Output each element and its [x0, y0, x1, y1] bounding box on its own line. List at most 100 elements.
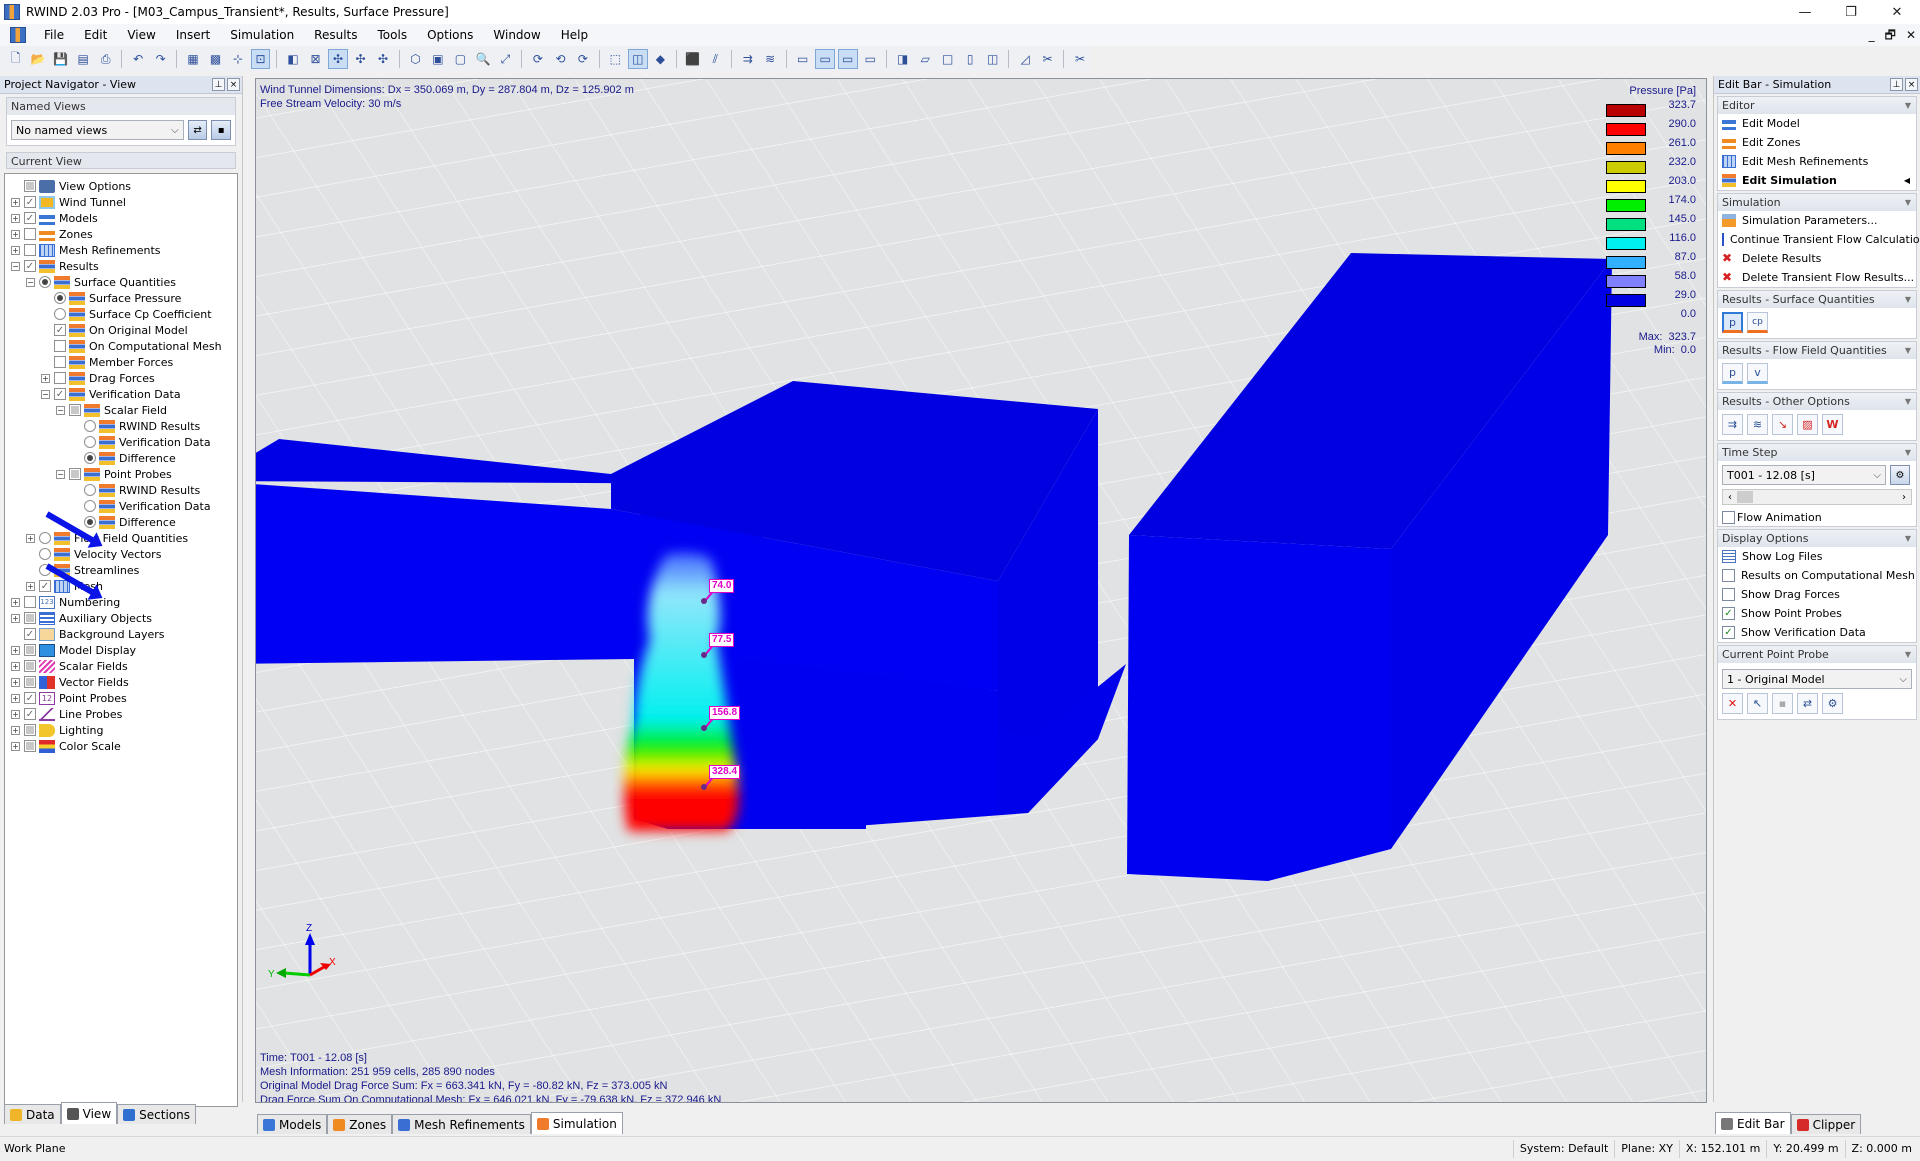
checkbox[interactable] [24, 676, 36, 688]
undo-icon[interactable]: ↶ [128, 49, 147, 69]
checkbox[interactable] [24, 180, 36, 192]
radio-button[interactable] [84, 420, 96, 432]
tab-sections[interactable]: Sections [117, 1104, 196, 1124]
expand-icon[interactable]: + [11, 693, 20, 703]
3d-viewport[interactable]: Wind Tunnel Dimensions: Dx = 350.069 m, … [255, 78, 1707, 1103]
menu-options[interactable]: Options [417, 24, 483, 46]
layer-copy-icon[interactable]: ▭ [861, 49, 880, 69]
checkbox[interactable]: ✓ [24, 708, 36, 720]
rotate-icon[interactable]: ⟳ [528, 49, 547, 69]
checkbox[interactable]: ✓ [24, 628, 36, 640]
streamlines-icon[interactable]: ≋ [1747, 414, 1768, 435]
plane-status[interactable]: Plane: XY [1614, 1139, 1679, 1158]
zoom-icon[interactable]: 🔍 [473, 49, 492, 69]
radio-button[interactable] [84, 500, 96, 512]
model-display-icon[interactable]: ⬛ [683, 49, 702, 69]
tree-item-wind-tunnel[interactable]: + ✓ Wind Tunnel [5, 194, 237, 210]
plane-y-icon[interactable]: ▯ [960, 49, 979, 69]
graph-icon[interactable]: ↘ [1772, 414, 1793, 435]
probe-point[interactable] [701, 725, 707, 731]
color-icon[interactable]: ◆ [651, 49, 670, 69]
checkbox[interactable]: ✓ [54, 324, 66, 336]
zoom-all-icon[interactable]: ⤢ [496, 49, 515, 69]
report-icon[interactable]: ▤ [73, 49, 92, 69]
delete-results-item[interactable]: ✖ Delete Results [1718, 249, 1916, 268]
expand-icon[interactable]: + [26, 581, 35, 591]
expand-icon[interactable]: + [41, 373, 50, 383]
expand-icon[interactable]: + [26, 533, 35, 543]
radio-button[interactable] [84, 484, 96, 496]
radio-button[interactable] [39, 548, 51, 560]
tree-item-model-display[interactable]: + Model Display [5, 642, 237, 658]
tree-item-verification-data[interactable]: − ✓ Verification Data [5, 386, 237, 402]
radio-button[interactable] [84, 452, 96, 464]
simulation-parameters-item[interactable]: Simulation Parameters... [1718, 211, 1916, 230]
tree-item-vector-fields[interactable]: + Vector Fields [5, 674, 237, 690]
view-side-icon[interactable]: ▢ [451, 49, 470, 69]
measure-icon[interactable]: ◿ [1015, 49, 1034, 69]
plane-both-icon[interactable]: ◫ [983, 49, 1002, 69]
time-step-settings-button[interactable]: ⚙ [1890, 465, 1910, 485]
radio-button[interactable] [84, 516, 96, 528]
delete-transient-item[interactable]: ✖ Delete Transient Flow Results... [1718, 268, 1916, 287]
tree-item-line-probes[interactable]: + ✓ Line Probes [5, 706, 237, 722]
tab-simulation[interactable]: Simulation [530, 1112, 623, 1134]
cut-icon[interactable]: ✂ [1038, 49, 1057, 69]
expand-icon[interactable]: + [11, 709, 20, 719]
collapse-icon[interactable]: − [11, 261, 20, 271]
coordinate-system-status[interactable]: System: Default [1512, 1139, 1614, 1158]
tab-edit-bar[interactable]: Edit Bar [1715, 1112, 1791, 1134]
collapse-icon[interactable]: − [26, 277, 35, 287]
plane-icon[interactable]: ▱ [915, 49, 934, 69]
tree-item-rwind-results[interactable]: RWIND Results [5, 418, 237, 434]
vectors-icon[interactable]: ⇉ [1722, 414, 1743, 435]
probe-point[interactable] [701, 652, 707, 658]
checkbox[interactable] [69, 404, 81, 416]
new-icon[interactable]: 🗋 [6, 49, 25, 69]
pin-icon[interactable]: ⊥ [212, 78, 225, 91]
flow-animation-checkbox[interactable]: Flow Animation [1718, 507, 1916, 526]
radio-button[interactable] [54, 292, 66, 304]
collapse-icon[interactable]: ▼ [1905, 342, 1911, 359]
mdi-close-button[interactable]: ✕ [1906, 24, 1916, 46]
checkbox[interactable]: ✓ [24, 212, 36, 224]
slider-thumb[interactable] [1737, 491, 1753, 503]
document-icon[interactable] [10, 27, 26, 43]
expand-icon[interactable]: + [11, 661, 20, 671]
probe-point[interactable] [701, 784, 707, 790]
checkbox[interactable]: ✓ [24, 196, 36, 208]
tree-item-lighting[interactable]: + Lighting [5, 722, 237, 738]
tree-item-verification-data[interactable]: Verification Data [5, 434, 237, 450]
checkbox[interactable] [54, 356, 66, 368]
tree-item-drag-forces[interactable]: + Drag Forces [5, 370, 237, 386]
display-option-show-log-files[interactable]: Show Log Files [1718, 547, 1916, 566]
expand-icon[interactable]: + [11, 213, 20, 223]
expand-icon[interactable]: + [11, 229, 20, 239]
checkbox[interactable] [24, 244, 36, 256]
flow-animation-box[interactable] [1722, 511, 1735, 524]
view-iso-icon[interactable]: ⬡ [406, 49, 425, 69]
continue-transient-item[interactable]: Continue Transient Flow Calculation [1718, 230, 1920, 249]
time-step-slider[interactable]: ‹ › [1722, 489, 1912, 505]
flow-pressure-button[interactable]: p [1722, 363, 1743, 384]
close-panel-icon[interactable]: × [1905, 78, 1918, 91]
checkbox[interactable] [24, 228, 36, 240]
checkbox[interactable] [24, 612, 36, 624]
checkbox[interactable]: ✓ [54, 388, 66, 400]
tree-item-member-forces[interactable]: Member Forces [5, 354, 237, 370]
display-option-results-on-computational-mesh[interactable]: Results on Computational Mesh [1718, 566, 1916, 585]
tree-item-mesh[interactable]: +✓Mesh [5, 578, 237, 594]
display-option-show-verification-data[interactable]: ✓ Show Verification Data [1718, 623, 1916, 642]
mdi-minimize-button[interactable]: _ [1869, 24, 1875, 46]
tab-data[interactable]: Data [4, 1104, 61, 1124]
checkbox[interactable] [54, 340, 66, 352]
pick-probe-icon[interactable]: ↖ [1747, 693, 1768, 714]
surface-pressure-button[interactable]: p [1722, 312, 1743, 333]
axis-rotate-icon[interactable]: ✣ [373, 49, 392, 69]
radio-button[interactable] [39, 532, 51, 544]
expand-icon[interactable]: + [11, 645, 20, 655]
tree-item-velocity-vectors[interactable]: Velocity Vectors [5, 546, 237, 562]
scroll-left-icon[interactable]: ‹ [1723, 492, 1737, 503]
restore-button[interactable]: ❐ [1828, 0, 1874, 24]
tree-item-difference[interactable]: Difference [5, 450, 237, 466]
